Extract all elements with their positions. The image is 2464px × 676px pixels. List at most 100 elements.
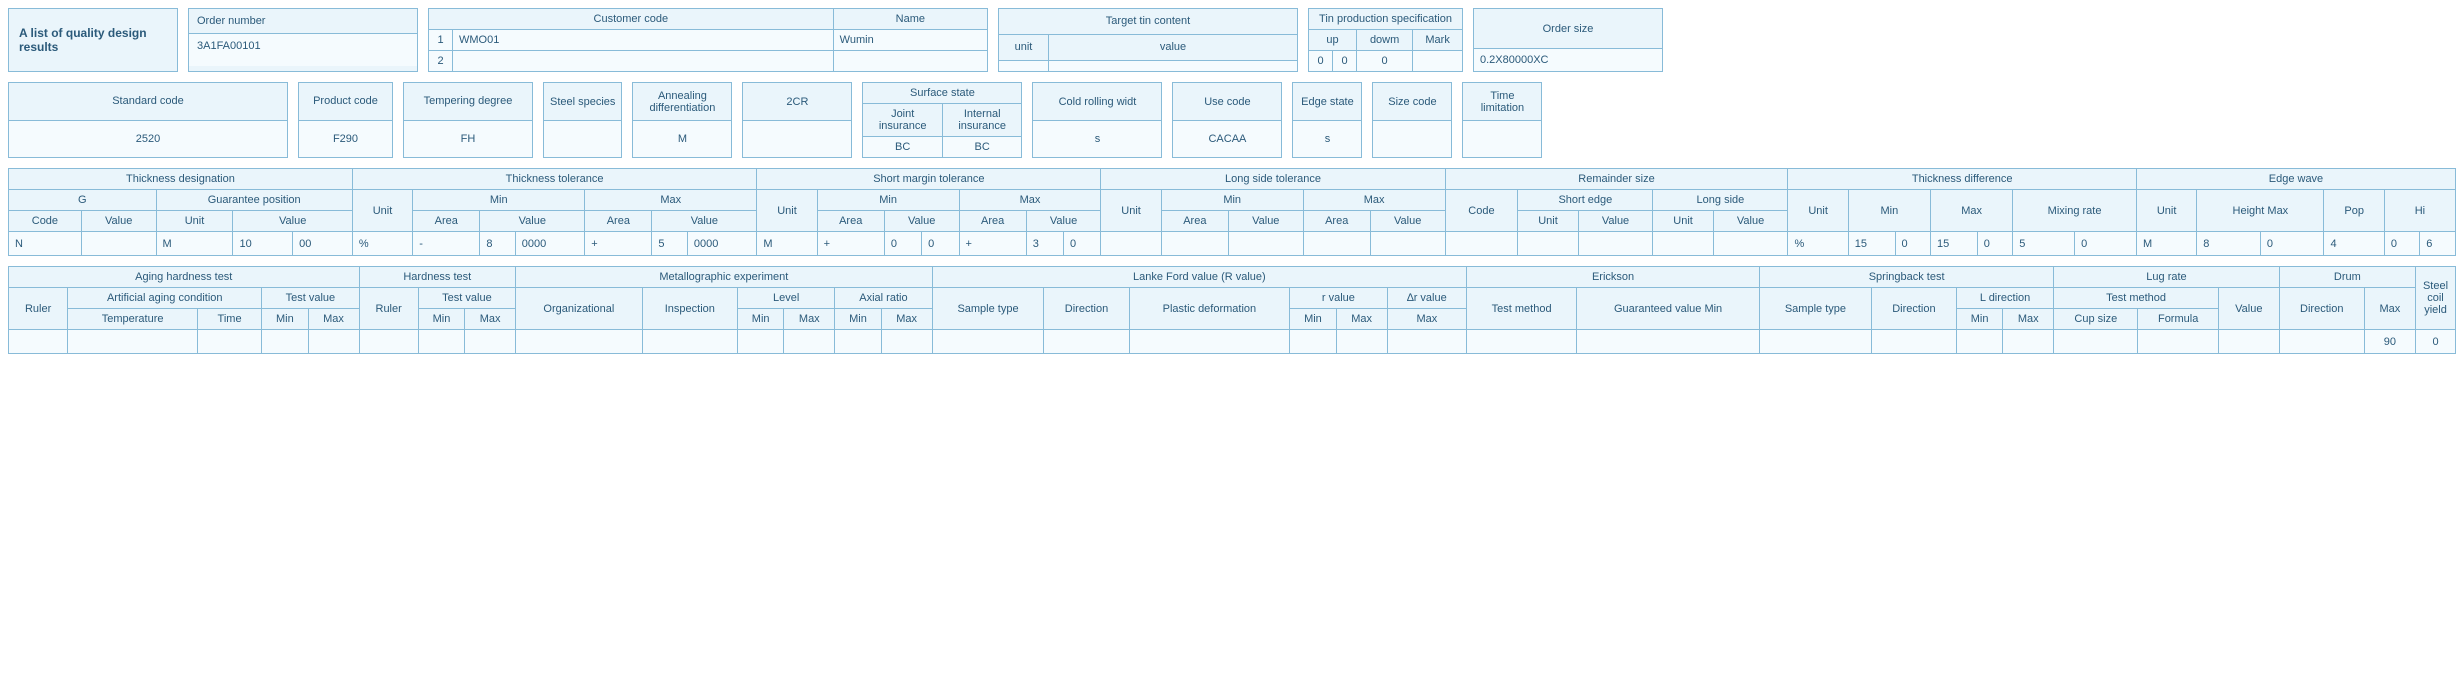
td-empty [197,330,261,354]
h-value: Value [2218,288,2279,330]
td-tt-unit: % [352,232,412,256]
h-sample-type: Sample type [1760,288,1872,330]
h-min: Min [418,309,464,330]
product-code-label: Product code [299,83,393,121]
td-empty [1044,330,1129,354]
cr2-label: 2CR [743,83,852,121]
h-test-value: Test value [418,288,515,309]
td-empty [1760,330,1872,354]
td-sm-max-val1: 3 [1026,232,1063,256]
customer-row-code [453,51,834,72]
customer-row-code: WMO01 [453,30,834,51]
h-hi: Hi [2384,190,2455,232]
target-tin-table: Target tin content unit value [998,8,1298,72]
h-max: Max [1303,190,1445,211]
td-sm-min-area: + [817,232,884,256]
h-area: Area [585,211,652,232]
td-td-unit: % [1788,232,1848,256]
td-rs-se-val [1578,232,1653,256]
h-thickness-designation: Thickness designation [9,169,353,190]
td-empty [642,330,737,354]
td-tt-min-area: - [413,232,480,256]
h-drum: Drum [2279,267,2415,288]
time-limitation-value [1463,121,1542,158]
td-empty [932,330,1044,354]
product-code-value: F290 [299,120,393,158]
h-area: Area [413,211,480,232]
td-gp-unit: M [156,232,233,256]
td-td-mix1: 5 [2013,232,2075,256]
order-size-label: Order size [1474,9,1663,49]
h-time: Time [197,309,261,330]
td-empty [2138,330,2218,354]
h-max: Max [959,190,1101,211]
internal-insurance-label: Internal insurance [942,104,1022,137]
customer-row-name: Wumin [833,30,987,51]
td-rs-ls-val [1713,232,1788,256]
h-max: Max [2364,288,2415,330]
td-tt-min-val1: 8 [480,232,515,256]
customer-row-idx: 2 [429,51,453,72]
cold-rolling-box: Cold rolling widts [1032,82,1162,158]
td-sm-max-val2: 0 [1064,232,1101,256]
h-erickson: Erickson [1467,267,1760,288]
h-area: Area [959,211,1026,232]
h-unit: Unit [352,190,412,232]
annealing-box: Annealing differentiationM [632,82,732,158]
td-td-max2: 0 [1977,232,2012,256]
customer-code-label: Customer code [429,9,834,30]
tin-prod-up-label: up [1309,30,1357,51]
h-max: Max [1336,309,1387,330]
td-ew-h2: 0 [2260,232,2324,256]
h-unit: Unit [156,211,233,232]
td-drum-max: 90 [2364,330,2415,354]
order-number-box: Order number 3A1FA00101 [188,8,418,72]
steel-species-label: Steel species [544,83,622,121]
h-guarantee-position: Guarantee position [156,190,352,211]
h-short-margin: Short margin tolerance [757,169,1101,190]
h-max: Max [585,190,757,211]
time-limitation-box: Time limitation [1462,82,1542,158]
h-test-method: Test method [1467,288,1577,330]
td-empty [1577,330,1760,354]
h-min: Min [737,309,783,330]
tempering-box: Tempering degreeFH [403,82,533,158]
cr2-value [743,121,852,158]
h-artificial-aging: Artificial aging condition [68,288,262,309]
h-max: Max [465,309,516,330]
td-empty [1467,330,1577,354]
h-long-side: Long side [1653,190,1788,211]
h-min: Min [1956,309,2002,330]
h-hardness-test: Hardness test [359,267,516,288]
td-value [81,232,156,256]
joint-insurance-label: Joint insurance [863,104,943,137]
h-min: Min [817,190,959,211]
td-empty [2218,330,2279,354]
h-value: Value [884,211,959,232]
td-ew-unit: M [2136,232,2196,256]
h-unit: Unit [1653,211,1713,232]
td-code: N [9,232,82,256]
td-ew-hi1: 0 [2384,232,2419,256]
h-area: Area [817,211,884,232]
td-empty [418,330,464,354]
standard-code-value: 2520 [9,120,288,158]
td-empty [2003,330,2054,354]
size-code-box: Size code [1372,82,1452,158]
h-pop: Pop [2324,190,2384,232]
surface-state-label: Surface state [863,83,1022,104]
size-code-value [1373,121,1452,158]
h-max: Max [881,309,932,330]
h-guaranteed-min: Guaranteed value Min [1577,288,1760,330]
edge-state-label: Edge state [1293,83,1362,121]
td-sm-min-val1: 0 [884,232,921,256]
time-limitation-label: Time limitation [1463,83,1542,121]
target-tin-unit-label: unit [999,34,1049,60]
td-sm-unit: M [757,232,817,256]
h-metallographic: Metallographic experiment [516,267,933,288]
td-empty [1290,330,1336,354]
tin-prod-mark [1413,51,1463,72]
use-code-label: Use code [1173,83,1282,121]
h-value: Value [652,211,757,232]
h-unit: Unit [1518,211,1578,232]
